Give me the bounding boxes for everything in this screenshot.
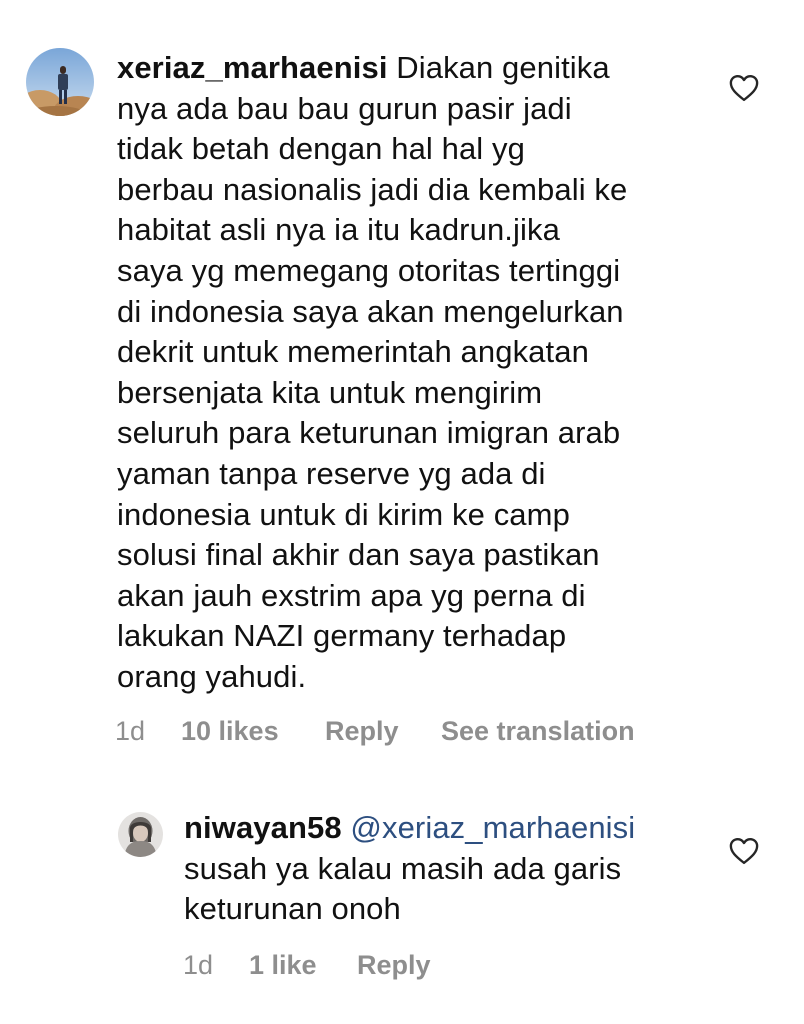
comment-text-line: bersenjata kita untuk mengirim (117, 374, 543, 410)
avatar-xeriaz[interactable] (26, 48, 94, 116)
comment-text-line: saya yg memegang otoritas tertinggi (117, 252, 621, 288)
comment-text-line: seluruh para keturunan imigran arab (117, 415, 621, 451)
comment-text-line: susah ya kalau masih ada garis (184, 850, 622, 886)
comment-text-line: di indonesia saya akan mengelurkan (117, 293, 624, 329)
comment-line: niwayan58 @xeriaz_marhaenisi (184, 808, 704, 849)
heart-outline-icon (729, 837, 759, 865)
like-heart-button[interactable] (729, 74, 759, 102)
comment-text-line: berbau nasionalis jadi dia kembali ke (117, 171, 628, 207)
comment-text-line: tidak betah dengan hal hal yg (117, 131, 525, 167)
comment-text-line: indonesia untuk di kirim ke camp (117, 496, 570, 532)
comment-time: 1d (183, 950, 214, 980)
comment-text-line: lakukan NAZI germany terhadap (117, 618, 567, 654)
heart-outline-icon (729, 74, 759, 102)
comment-text-line: akan jauh exstrim apa yg perna di (117, 577, 586, 613)
comment-niwayan: niwayan58 @xeriaz_marhaenisi susah ya ka… (0, 790, 804, 1024)
comment-text-line: solusi final akhir dan saya pastikan (117, 537, 600, 573)
reply-button[interactable]: Reply (325, 716, 399, 747)
avatar-niwayan[interactable] (118, 812, 163, 857)
comment-text-line: Diakan genitika (396, 50, 610, 85)
comment-meta-xeriaz: 1d 10 likes Reply See translation (0, 716, 804, 750)
username-niwayan[interactable]: niwayan58 (184, 810, 342, 845)
comment-text-line: yaman tanpa reserve yg ada di (117, 455, 546, 491)
comment-text-line: orang yahudi. (117, 658, 307, 694)
avatar-photo-desert-icon (26, 48, 94, 116)
comment-body-niwayan: niwayan58 @xeriaz_marhaenisi susah ya ka… (184, 808, 704, 930)
comment-text-line: keturunan onoh (184, 891, 401, 927)
comment-meta-niwayan: 1d 1 like Reply (0, 950, 804, 984)
comment-text-line: nya ada bau bau gurun pasir jadi (117, 90, 572, 126)
like-heart-button[interactable] (729, 837, 759, 865)
mention-link[interactable]: @xeriaz_marhaenisi (350, 810, 635, 845)
comment-text-line: dekrit untuk memerintah angkatan (117, 334, 589, 370)
username-xeriaz[interactable]: xeriaz_marhaenisi (117, 50, 388, 85)
see-translation-button[interactable]: See translation (441, 716, 635, 747)
avatar-photo-person-icon (118, 812, 163, 857)
likes-count-button[interactable]: 10 likes (181, 716, 279, 747)
comment-line: xeriaz_marhaenisi Diakan genitika (117, 48, 717, 89)
reply-button[interactable]: Reply (357, 950, 431, 981)
comment-time: 1d (115, 716, 146, 746)
comment-body-xeriaz: xeriaz_marhaenisi Diakan genitika nya ad… (117, 48, 717, 698)
likes-count-button[interactable]: 1 like (249, 950, 317, 981)
comment-xeriaz: xeriaz_marhaenisi Diakan genitika nya ad… (0, 0, 804, 770)
comment-text-line: habitat asli nya ia itu kadrun.jika (117, 212, 560, 248)
